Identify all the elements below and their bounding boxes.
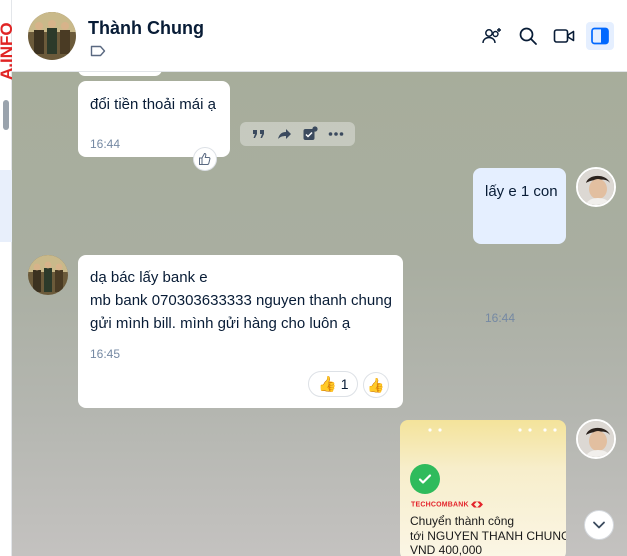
add-task-icon[interactable] — [302, 126, 318, 142]
message-text: đổi tiền thoải mái ạ — [90, 96, 216, 113]
receipt-recipient: tới NGUYEN THANH CHUNG — [410, 529, 566, 543]
techcombank-logo-icon — [470, 501, 483, 508]
bank-brand: TECHCOMBANK — [411, 501, 483, 508]
receipt-status-bar — [428, 428, 557, 432]
scroll-to-bottom-button[interactable] — [584, 510, 614, 540]
search-button[interactable] — [514, 22, 542, 50]
message-text: lấy e 1 con — [485, 183, 558, 200]
left-panel-edge: A.INFO — [0, 0, 16, 556]
message-line: mb bank 070303633333 nguyen thanh chung — [90, 292, 392, 309]
transfer-receipt-image[interactable]: TECHCOMBANK Chuyển thành công tới NGUYEN… — [400, 420, 566, 556]
reaction-summary[interactable]: 👍 1 — [308, 371, 359, 397]
thumbs-up-icon: 👍 — [367, 377, 385, 393]
selected-conversation-edge[interactable] — [0, 170, 12, 242]
thumbs-up-icon: 👍 — [318, 375, 337, 393]
thumbs-up-outline-icon — [199, 152, 211, 165]
message-time: 16:44 — [90, 137, 121, 151]
add-member-icon — [482, 28, 501, 44]
chevron-down-icon — [593, 521, 605, 529]
receipt-amount: VND 400,000 — [410, 543, 483, 556]
message-line: dạ bác lấy bank e — [90, 269, 208, 286]
message-actions-toolbar — [240, 122, 355, 146]
reaction-count: 1 — [340, 376, 349, 392]
previous-message-bubble[interactable] — [78, 72, 162, 76]
sidebar-toggle-icon — [591, 27, 609, 45]
conversation-title[interactable]: Thành Chung — [88, 18, 204, 39]
search-icon — [519, 27, 537, 45]
sender-avatar[interactable] — [28, 255, 68, 295]
quote-icon[interactable] — [251, 127, 267, 141]
message-bubble[interactable]: đổi tiền thoải mái ạ 16:44 — [78, 81, 230, 157]
chat-header: Thành Chung — [12, 0, 627, 72]
message-time: 16:44 — [485, 311, 516, 325]
my-message-bubble[interactable]: lấy e 1 con 16:44 — [473, 168, 566, 325]
message-list[interactable]: đổi tiền thoải mái ạ 16:44 lấy e 1 con 1… — [12, 72, 627, 556]
my-avatar[interactable] — [576, 167, 616, 207]
receipt-title: Chuyển thành công — [410, 514, 515, 528]
group-avatar[interactable] — [28, 12, 76, 60]
add-member-button[interactable] — [478, 22, 506, 50]
success-check-icon — [410, 464, 440, 494]
conversation-info-toggle[interactable] — [586, 22, 614, 50]
react-button[interactable] — [193, 147, 217, 171]
video-call-button[interactable] — [550, 22, 578, 50]
message-line: gửi mình bill. mình gửi hàng cho luôn ạ — [90, 315, 351, 332]
label-tag-icon[interactable] — [90, 44, 106, 58]
forward-icon[interactable] — [277, 127, 293, 141]
more-options-icon[interactable] — [328, 131, 344, 137]
react-button[interactable]: 👍 — [363, 372, 389, 398]
scrollbar-thumb[interactable] — [3, 100, 9, 130]
video-call-icon — [553, 29, 575, 43]
message-time: 16:45 — [90, 347, 121, 361]
my-avatar[interactable] — [576, 419, 616, 459]
